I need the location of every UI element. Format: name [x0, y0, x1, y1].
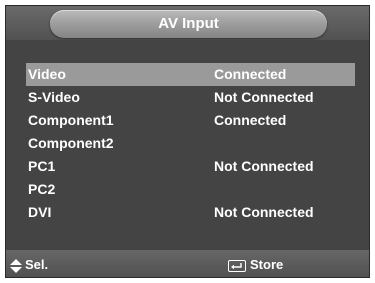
input-row-video[interactable]: Video Connected	[26, 63, 355, 86]
title-pill: AV Input	[50, 10, 327, 38]
input-row-pc2[interactable]: PC2	[26, 178, 355, 201]
input-name: DVI	[28, 204, 52, 220]
enter-key-icon	[228, 259, 246, 272]
input-list: Video Connected S-Video Not Connected Co…	[26, 63, 355, 224]
footer-bar: Sel. Store	[6, 250, 369, 277]
menu-content: Video Connected S-Video Not Connected Co…	[6, 40, 369, 250]
input-name: Component1	[28, 112, 114, 128]
input-row-s-video[interactable]: S-Video Not Connected	[26, 86, 355, 109]
input-status: Not Connected	[214, 89, 314, 105]
input-name: PC1	[28, 158, 56, 174]
input-row-pc1[interactable]: PC1 Not Connected	[26, 155, 355, 178]
store-hint: Store	[228, 250, 284, 277]
up-down-arrows-icon	[10, 258, 22, 273]
input-row-component1[interactable]: Component1 Connected	[26, 109, 355, 132]
input-name: PC2	[28, 181, 56, 197]
input-row-component2[interactable]: Component2	[26, 132, 355, 155]
input-row-dvi[interactable]: DVI Not Connected	[26, 201, 355, 224]
menu-title: AV Input	[158, 15, 219, 32]
input-status: Connected	[214, 112, 287, 128]
input-status: Not Connected	[214, 204, 314, 220]
input-name: Component2	[28, 135, 114, 151]
header-bar: AV Input	[6, 6, 369, 40]
av-input-menu: AV Input Video Connected S-Video Not Con…	[5, 5, 370, 278]
input-status: Connected	[214, 66, 287, 82]
input-name: S-Video	[28, 89, 80, 105]
input-status: Not Connected	[214, 158, 314, 174]
select-label: Sel.	[25, 257, 49, 272]
select-hint: Sel.	[10, 250, 49, 277]
store-label: Store	[250, 257, 284, 272]
input-name: Video	[28, 66, 66, 82]
